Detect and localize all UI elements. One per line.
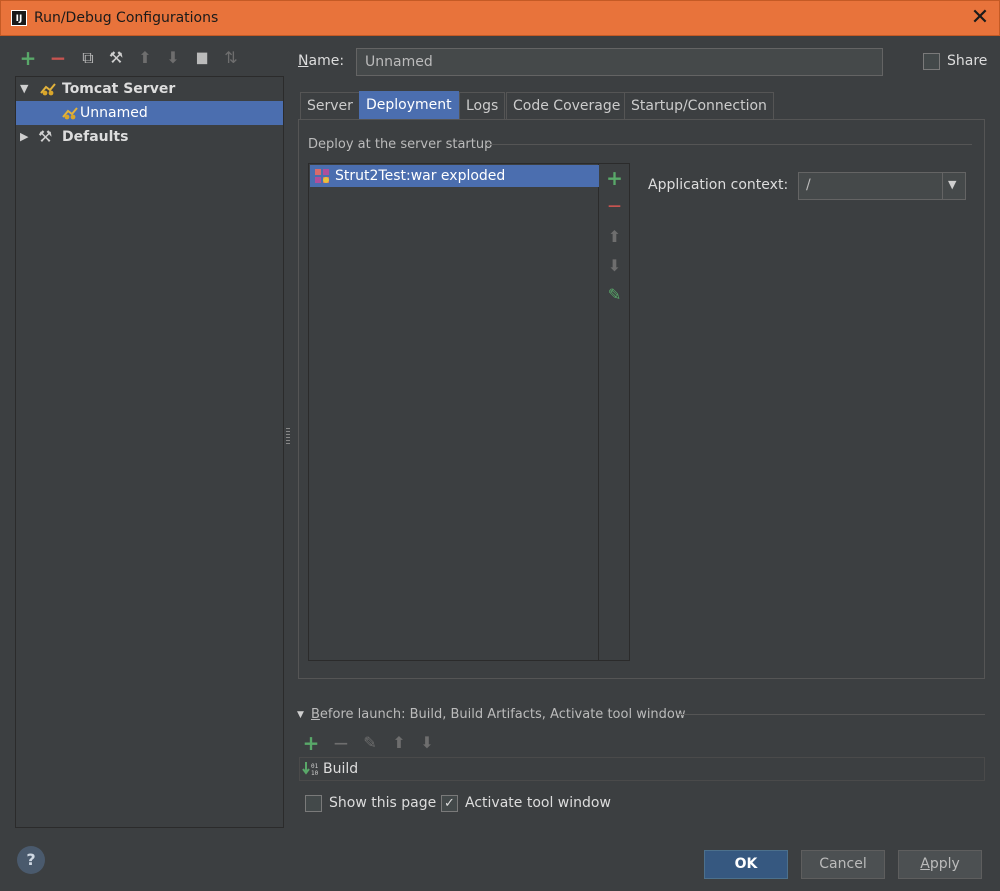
expand-arrow-icon[interactable]: ▼ [20, 77, 28, 101]
before-launch-list[interactable]: 01 10 Build [299, 757, 985, 781]
add-icon[interactable]: + [301, 733, 321, 753]
move-down-icon[interactable]: ⬇ [417, 733, 437, 753]
tree-item-defaults[interactable]: ▶ ⚒ Defaults [16, 125, 283, 149]
tomcat-icon [62, 107, 78, 120]
sort-icon[interactable]: ⇅ [221, 48, 241, 68]
remove-icon[interactable]: − [331, 733, 351, 753]
deployment-list[interactable]: Strut2Test:war exploded [308, 163, 599, 661]
build-icon: 01 10 [302, 762, 319, 777]
window-title: Run/Debug Configurations [34, 10, 219, 26]
move-up-icon[interactable]: ⬆ [389, 733, 409, 753]
remove-icon[interactable]: − [48, 48, 68, 68]
tab-startup-connection[interactable]: Startup/Connection [624, 92, 774, 119]
name-input[interactable]: Unnamed [356, 48, 883, 76]
close-icon[interactable]: ✕ [967, 7, 993, 31]
application-context-value: / [806, 177, 811, 193]
tree-item-label: Defaults [62, 129, 129, 145]
ok-button[interactable]: OK [704, 850, 788, 879]
apply-button[interactable]: Apply [898, 850, 982, 879]
artifact-icon [315, 169, 329, 183]
tab-code-coverage[interactable]: Code Coverage [506, 92, 628, 119]
tree-item-tomcat-server[interactable]: ▼ Tomcat Server [16, 77, 283, 101]
add-icon[interactable]: + [18, 48, 38, 68]
application-context-label: Application context: [648, 177, 789, 193]
edit-icon[interactable]: ✎ [599, 281, 630, 309]
tab-logs[interactable]: Logs [459, 92, 506, 119]
svg-text:10: 10 [311, 770, 319, 777]
collapse-arrow-icon[interactable]: ▶ [20, 125, 28, 149]
folder-icon[interactable]: ▆ [192, 48, 212, 68]
wrench-icon: ⚒ [38, 127, 53, 146]
remove-icon[interactable]: — [599, 193, 630, 221]
chevron-down-icon[interactable]: ▼ [948, 178, 956, 191]
configurations-tree[interactable]: ▼ Tomcat Server Unnamed ▶ ⚒ Defaults [15, 76, 284, 828]
before-launch-item[interactable]: 01 10 Build [300, 758, 984, 780]
tree-item-label: Tomcat Server [62, 81, 176, 97]
section-divider [486, 144, 972, 145]
intellij-icon: IJ [11, 10, 27, 26]
deployment-item-label: Strut2Test:war exploded [335, 168, 506, 184]
combo-divider [942, 173, 943, 199]
activate-tool-window-label: Activate tool window [465, 795, 611, 811]
title-bar: IJ Run/Debug Configurations ✕ [0, 0, 1000, 36]
before-launch-item-label: Build [323, 761, 359, 777]
splitter-handle[interactable] [286, 428, 290, 444]
add-icon[interactable]: + [599, 164, 630, 192]
svg-text:01: 01 [311, 763, 319, 770]
cancel-button[interactable]: Cancel [801, 850, 885, 879]
deploy-section-title: Deploy at the server startup [308, 137, 493, 152]
collapse-toggle-icon[interactable]: ▼ [297, 710, 304, 720]
application-context-combobox[interactable]: / ▼ [798, 172, 966, 200]
move-up-icon[interactable]: ⬆ [599, 223, 630, 251]
share-checkbox[interactable] [923, 53, 940, 70]
activate-tool-window-checkbox[interactable]: ✓ [441, 795, 458, 812]
move-up-icon[interactable]: ⬆ [135, 48, 155, 68]
tab-deployment[interactable]: Deployment [359, 91, 459, 119]
tree-item-unnamed[interactable]: Unnamed [16, 101, 283, 125]
before-launch-title[interactable]: Before launch: Build, Build Artifacts, A… [311, 707, 686, 722]
edit-icon[interactable]: ✎ [360, 733, 380, 753]
move-down-icon[interactable]: ⬇ [599, 252, 630, 280]
section-divider [678, 714, 985, 715]
tree-item-label: Unnamed [80, 105, 148, 121]
deployment-item[interactable]: Strut2Test:war exploded [310, 165, 599, 187]
share-label: Share [947, 53, 988, 69]
tab-server[interactable]: Server [300, 92, 360, 119]
wrench-icon[interactable]: ⚒ [106, 48, 126, 68]
tomcat-icon [40, 83, 56, 96]
deployment-side-toolbar: + — ⬆ ⬇ ✎ [599, 163, 630, 661]
show-this-page-checkbox[interactable] [305, 795, 322, 812]
show-this-page-label: Show this page [329, 795, 437, 811]
copy-icon[interactable]: ⧉ [78, 48, 98, 68]
name-label: Name: [298, 53, 345, 69]
move-down-icon[interactable]: ⬇ [163, 48, 183, 68]
help-icon[interactable]: ? [17, 846, 45, 874]
